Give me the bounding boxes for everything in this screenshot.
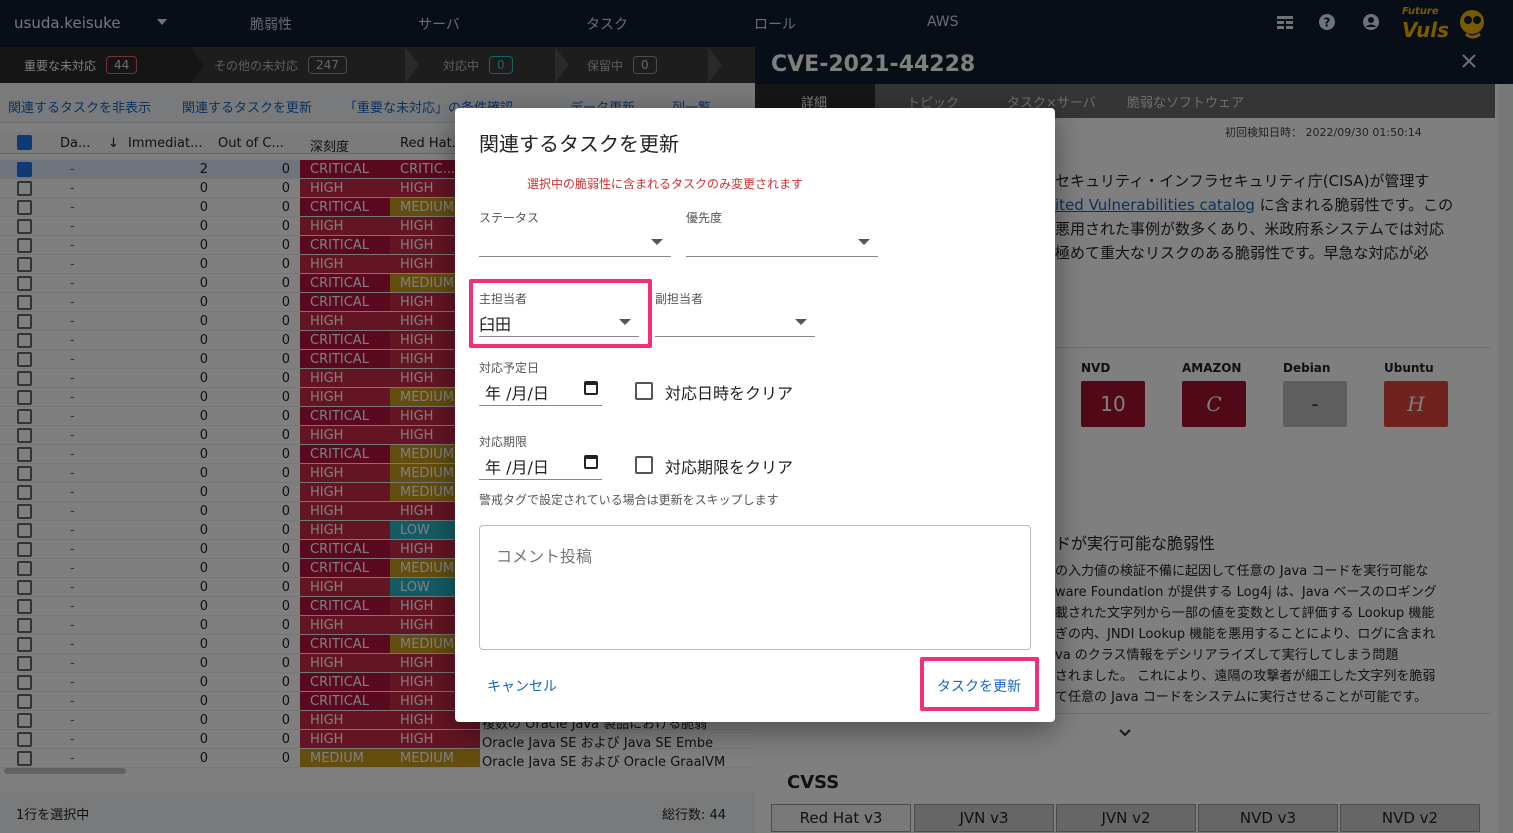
clear-plan-label[interactable]: 対応日時をクリア — [665, 380, 793, 404]
sub-assignee-label: 副担当者 — [655, 292, 704, 306]
chevron-down-icon — [858, 239, 870, 245]
status-label: ステータス — [479, 211, 540, 225]
highlight-update-button — [920, 657, 1039, 711]
clear-plan-checkbox[interactable] — [635, 382, 653, 400]
priority-label: 優先度 — [686, 211, 723, 225]
chevron-down-icon — [795, 319, 807, 325]
dialog-warning: 選択中の脆弱性に含まれるタスクのみ変更されます — [527, 177, 804, 191]
comment-textarea[interactable]: コメント投稿 — [479, 525, 1031, 650]
calendar-icon[interactable] — [584, 381, 598, 395]
highlight-main-assignee — [469, 279, 652, 348]
dialog-title: 関連するタスクを更新 — [479, 132, 679, 156]
due-plan-label: 対応予定日 — [479, 361, 540, 375]
clear-deadline-label[interactable]: 対応期限をクリア — [665, 454, 793, 478]
deadline-label: 対応期限 — [479, 435, 528, 449]
cancel-button[interactable]: キャンセル — [477, 672, 567, 700]
sub-assignee-select[interactable] — [655, 307, 815, 337]
calendar-icon[interactable] — [584, 455, 598, 469]
priority-select[interactable] — [686, 227, 878, 257]
chevron-down-icon — [651, 239, 663, 245]
clear-deadline-checkbox[interactable] — [635, 456, 653, 474]
skip-note: 警戒タグで設定されている場合は更新をスキップします — [479, 493, 779, 507]
due-plan-date-input[interactable]: 年 /月/日 — [479, 376, 602, 406]
update-tasks-dialog: 関連するタスクを更新 選択中の脆弱性に含まれるタスクのみ変更されます ステータス… — [455, 108, 1055, 722]
deadline-date-input[interactable]: 年 /月/日 — [479, 450, 602, 480]
status-select[interactable] — [479, 227, 671, 257]
